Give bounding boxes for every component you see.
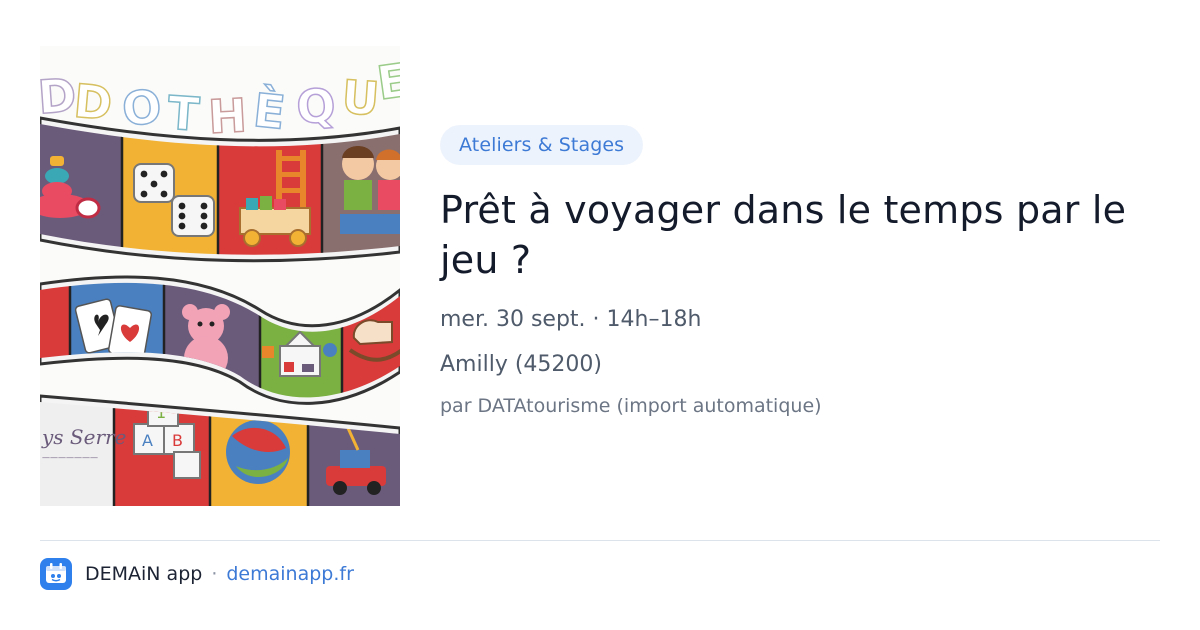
app-logo-glyph [46,563,66,583]
board-game-illustration: D D O T H È Q U E ys Serre ——————— A B 1 [40,52,400,506]
event-location: Amilly (45200) [440,352,602,377]
event-datetime: mer. 30 sept. · 14h–18h [440,307,702,332]
footer: DEMAiN app · demainapp.fr [40,558,354,590]
site-link[interactable]: demainapp.fr [226,563,354,585]
app-name: DEMAiN app [85,563,203,585]
event-image[interactable]: D D O T H È Q U E ys Serre ——————— A B 1 [40,46,400,506]
footer-separator: · [211,563,218,585]
svg-text:B: B [172,431,183,450]
divider [40,540,1160,541]
app-logo-icon[interactable] [40,558,72,590]
svg-text:U: U [340,70,381,126]
event-title[interactable]: Prêt à voyager dans le temps par le jeu … [440,185,1160,285]
corner-logo-text: ys Serre [41,425,126,449]
svg-text:H: H [207,88,248,144]
event-source: par DATAtourisme (import automatique) [440,395,822,417]
event-card[interactable]: D D O T H È Q U E ys Serre ——————— A B 1… [0,0,1200,630]
svg-text:T: T [166,86,202,142]
svg-text:A: A [142,431,153,450]
svg-text:———————: ——————— [42,453,98,462]
event-info: Ateliers & Stages Prêt à voyager dans le… [440,125,1170,420]
svg-text:O: O [119,79,164,137]
svg-text:Q: Q [294,78,338,135]
category-badge[interactable]: Ateliers & Stages [440,125,644,165]
svg-text:È: È [251,83,288,140]
svg-text:D: D [72,74,115,131]
